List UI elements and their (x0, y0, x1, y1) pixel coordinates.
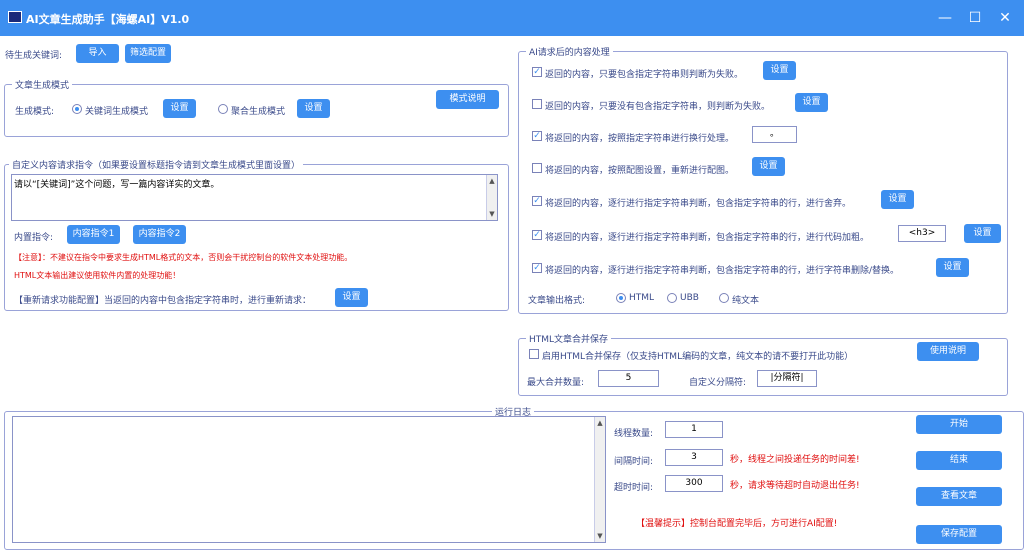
merge-group-title: HTML文章合并保存 (526, 332, 612, 345)
aggregate-mode-set-button[interactable]: 设置 (297, 99, 330, 118)
post-row3-checkbox[interactable]: ✓ (532, 131, 542, 141)
interval-input[interactable]: 3 (665, 449, 723, 466)
bold-tag-input[interactable]: <h3> (898, 225, 946, 242)
format-text-radio[interactable] (719, 293, 729, 303)
format-ubb-label: UBB (680, 293, 699, 303)
post-row1-checkbox[interactable]: ✓ (532, 67, 542, 77)
timeout-label: 超时时间: (614, 483, 654, 493)
merge-enable-checkbox[interactable] (529, 349, 539, 359)
post-row5-set-button[interactable]: 设置 (881, 190, 914, 209)
prompt-textarea[interactable]: 请以“[关键词]”这个问题，写一篇内容详实的文章。 ▲ ▼ (11, 174, 498, 221)
log-textarea[interactable]: ▲ ▼ (12, 416, 606, 543)
app-icon (8, 11, 22, 23)
format-html-radio[interactable] (616, 293, 626, 303)
maximize-icon[interactable]: ☐ (965, 8, 985, 28)
retry-set-button[interactable]: 设置 (335, 288, 368, 307)
aggregate-mode-radio[interactable] (218, 104, 228, 114)
post-row3-label: 将返回的内容，按照指定字符串进行换行处理。 (545, 134, 735, 144)
post-row2-checkbox[interactable] (532, 99, 542, 109)
post-row4-checkbox[interactable] (532, 163, 542, 173)
filter-config-button[interactable]: 筛选配置 (125, 44, 171, 63)
format-html-label: HTML (629, 293, 655, 303)
builtin-label: 内置指令: (14, 233, 54, 243)
mode-group-title: 文章生成模式 (12, 78, 73, 91)
threads-label: 线程数量: (614, 429, 654, 439)
content-cmd1-button[interactable]: 内容指令1 (67, 225, 120, 244)
tip-text: 【温馨提示】控制台配置完毕后，方可进行AI配置! (636, 519, 838, 529)
timeout-input[interactable]: 300 (665, 475, 723, 492)
prompt-text: 请以“[关键词]”这个问题，写一篇内容详实的文章。 (14, 180, 220, 190)
post-row6-label: 将返回的内容，逐行进行指定字符串判断，包含指定字符串的行，进行代码加粗。 (545, 233, 870, 243)
title-bar: AI文章生成助手【海螺AI】V1.0 — ☐ ✕ (0, 0, 1024, 36)
timeout-desc: 秒，请求等待超时自动退出任务! (730, 481, 860, 491)
max-merge-input[interactable]: 5 (598, 370, 659, 387)
post-row5-label: 将返回的内容，逐行进行指定字符串判断，包含指定字符串的行，进行舍弃。 (545, 199, 852, 209)
retry-label: 【重新请求功能配置】当返回的内容中包含指定字符串时，进行重新请求： (14, 296, 312, 306)
post-process-group-title: AI请求后的内容处理 (526, 45, 613, 58)
linebreak-string-input[interactable]: 。 (752, 126, 797, 143)
window-title: AI文章生成助手【海螺AI】V1.0 (26, 13, 190, 26)
mode-help-button[interactable]: 模式说明 (436, 90, 499, 109)
keywords-label: 待生成关键词: (5, 51, 63, 61)
keyword-mode-label: 关键词生成模式 (85, 107, 149, 117)
keyword-mode-radio[interactable] (72, 104, 82, 114)
log-scrollbar[interactable]: ▲ ▼ (594, 417, 605, 542)
merge-help-button[interactable]: 使用说明 (917, 342, 979, 361)
keyword-mode-set-button[interactable]: 设置 (163, 99, 196, 118)
post-row6-set-button[interactable]: 设置 (964, 224, 1001, 243)
post-row7-set-button[interactable]: 设置 (936, 258, 969, 277)
view-articles-button[interactable]: 查看文章 (916, 487, 1002, 506)
post-row2-set-button[interactable]: 设置 (795, 93, 828, 112)
scroll-up-icon[interactable]: ▲ (595, 418, 605, 428)
max-merge-label: 最大合并数量: (527, 378, 585, 388)
scroll-down-icon[interactable]: ▼ (487, 209, 497, 219)
interval-desc: 秒，线程之间投递任务的时间差! (730, 455, 860, 465)
prompt-scrollbar[interactable]: ▲ ▼ (486, 175, 497, 220)
threads-input[interactable]: 1 (665, 421, 723, 438)
scroll-up-icon[interactable]: ▲ (487, 176, 497, 186)
post-row4-set-button[interactable]: 设置 (752, 157, 785, 176)
prompt-group-title: 自定义内容请求指令（如果要设置标题指令请到文章生成模式里面设置） (9, 158, 304, 171)
stop-button[interactable]: 结束 (916, 451, 1002, 470)
import-button[interactable]: 导入 (76, 44, 119, 63)
post-row7-label: 将返回的内容，逐行进行指定字符串判断，包含指定字符串的行，进行字符串删除/替换。 (545, 266, 900, 276)
minimize-icon[interactable]: — (935, 8, 955, 28)
post-row1-label: 返回的内容，只要包含指定字符串则判断为失败。 (545, 70, 744, 80)
output-format-label: 文章输出格式: (528, 296, 586, 306)
post-row4-label: 将返回的内容，按照配图设置，重新进行配图。 (545, 166, 735, 176)
separator-label: 自定义分隔符: (689, 378, 747, 388)
notice-text: 【注意】：不建议在指令中要求生成HTML格式的文本，否则会干扰控制台的软件文本处… (14, 253, 353, 262)
post-row7-checkbox[interactable]: ✓ (532, 263, 542, 273)
scroll-down-icon[interactable]: ▼ (595, 531, 605, 541)
post-row1-set-button[interactable]: 设置 (763, 61, 796, 80)
post-row6-checkbox[interactable]: ✓ (532, 230, 542, 240)
format-ubb-radio[interactable] (667, 293, 677, 303)
html-notice-text: HTML文本输出建议使用软件内置的处理功能！ (14, 271, 181, 280)
close-icon[interactable]: ✕ (995, 8, 1015, 28)
start-button[interactable]: 开始 (916, 415, 1002, 434)
post-row5-checkbox[interactable]: ✓ (532, 196, 542, 206)
interval-label: 间隔时间: (614, 457, 654, 467)
post-row2-label: 返回的内容，只要没有包含指定字符串，则判断为失败。 (545, 102, 771, 112)
content-cmd2-button[interactable]: 内容指令2 (133, 225, 186, 244)
merge-enable-label: 启用HTML合并保存（仅支持HTML编码的文章，纯文本的请不要打开此功能） (542, 352, 854, 362)
mode-label: 生成模式: (15, 107, 55, 117)
separator-input[interactable]: |分隔符| (757, 370, 817, 387)
save-config-button[interactable]: 保存配置 (916, 525, 1002, 544)
aggregate-mode-label: 聚合生成模式 (231, 107, 286, 117)
format-text-label: 纯文本 (732, 296, 760, 306)
